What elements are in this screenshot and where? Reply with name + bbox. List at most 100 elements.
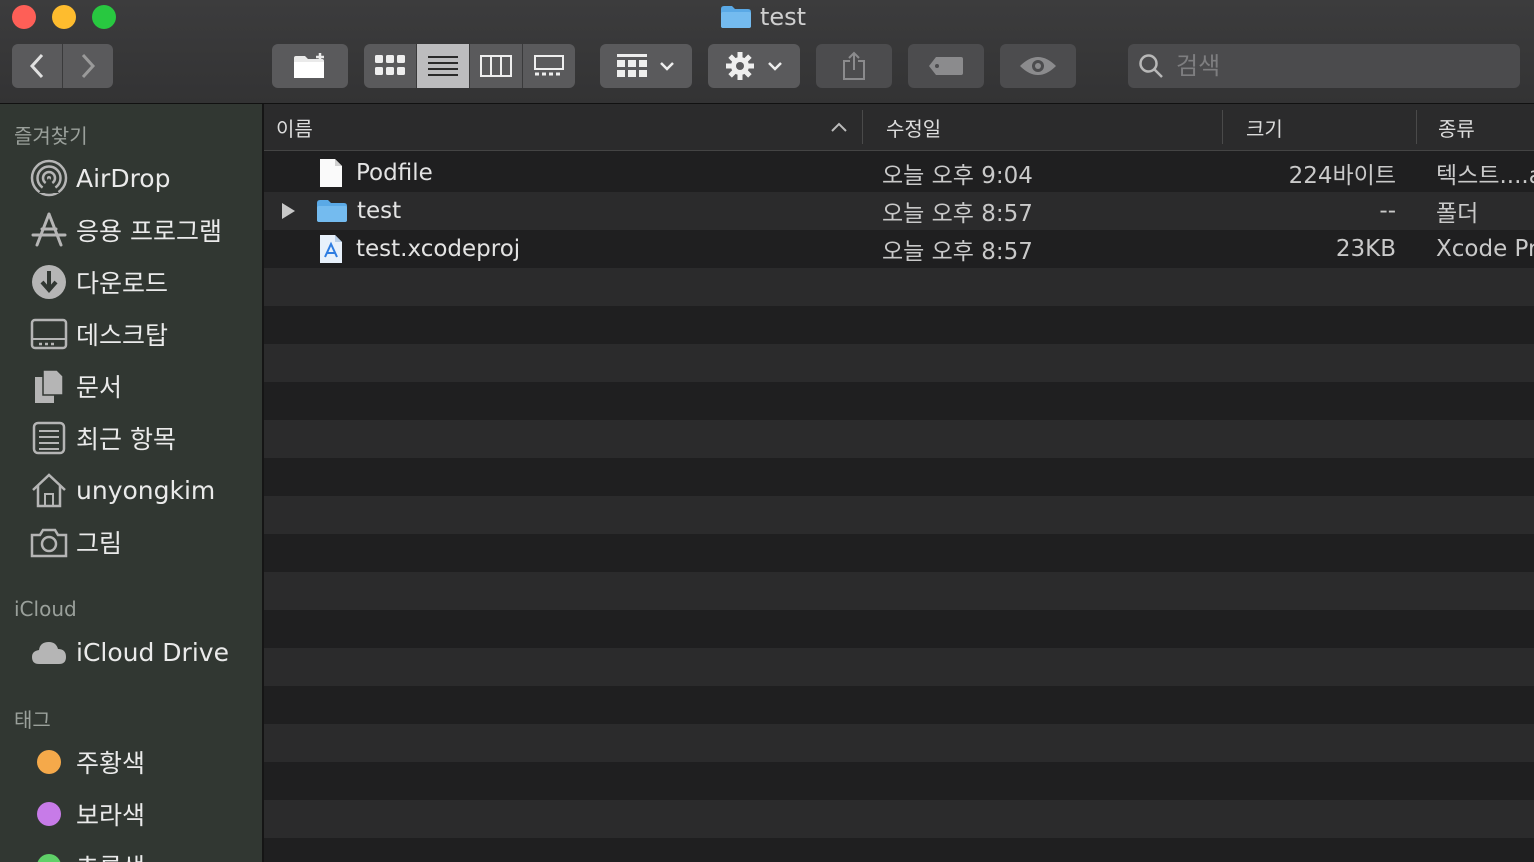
purple-tag-dot-icon [37,802,61,826]
chevron-down-icon [660,62,674,71]
empty-row [264,610,1534,648]
tags-header: 태그 [14,708,51,732]
sidebar-item-downloads[interactable]: 다운로드 [30,260,168,304]
sidebar-item-tag-green[interactable]: 초록색 [30,844,145,862]
sidebar: 즐겨찾기 AirDrop 응용 프로그램 다운로드 데스크탑 문서 최근 항목 … [0,104,264,862]
list-icon [428,56,458,76]
empty-row [264,306,1534,344]
documents-icon [30,367,68,405]
xcodeproj-icon [320,235,342,263]
navigation-buttons [12,44,113,88]
new-folder-icon [294,53,324,78]
column-separator[interactable] [862,110,863,144]
file-name-cell: Podfile [318,154,433,192]
group-by-dropdown[interactable] [600,44,692,88]
file-list: 이름 수정일 크기 종류 Podfile 오늘 오후 9:04 224바이트 텍… [264,104,1534,862]
chevron-down-icon [768,62,782,71]
edit-tags-button[interactable] [908,44,984,88]
empty-row [264,534,1534,572]
folder-icon [317,200,347,222]
share-icon [843,51,865,80]
table-row[interactable]: Podfile 오늘 오후 9:04 224바이트 텍스트....a [264,154,1534,192]
column-header-name[interactable]: 이름 [276,104,856,150]
forward-button[interactable] [63,44,113,88]
sidebar-item-label: unyongkim [76,475,216,505]
sidebar-item-tag-orange[interactable]: 주황색 [30,740,145,784]
share-button[interactable] [816,44,892,88]
sidebar-item-label: AirDrop [76,163,171,193]
file-name: test.xcodeproj [356,236,521,262]
sidebar-item-label: 보라색 [76,801,146,830]
empty-row [264,268,1534,306]
empty-row [264,496,1534,534]
column-size-label: 크기 [1246,116,1283,141]
sidebar-item-label: 그림 [76,529,123,558]
date-modified: 오늘 오후 8:57 [882,239,1033,265]
sidebar-item-desktop[interactable]: 데스크탑 [30,312,168,356]
gallery-view-button[interactable] [523,44,575,88]
eye-icon [1020,57,1056,75]
window-title: test [720,0,806,34]
sidebar-item-label: 응용 프로그램 [76,217,222,246]
zoom-window-button[interactable] [92,5,116,29]
sidebar-item-airdrop[interactable]: AirDrop [30,156,170,200]
applications-icon [30,211,68,249]
file-size: 23KB [1335,236,1396,262]
search-field[interactable] [1128,44,1520,88]
tag-icon [929,57,963,75]
sidebar-item-icloud-drive[interactable]: iCloud Drive [30,630,229,674]
empty-row [264,420,1534,458]
quick-look-button[interactable] [1000,44,1076,88]
sidebar-item-label: 초록색 [76,848,145,862]
grid-icon [375,55,405,75]
empty-row [264,800,1534,838]
window-title-text: test [760,3,807,31]
close-window-button[interactable] [12,5,36,29]
sidebar-item-pictures[interactable]: 그림 [30,520,122,564]
sidebar-item-label: iCloud Drive [76,637,229,667]
disclosure-triangle[interactable] [280,192,296,230]
sidebar-item-label: 문서 [76,373,123,402]
orange-tag-dot-icon [37,750,61,774]
chevron-right-icon [81,53,96,79]
action-menu-dropdown[interactable] [708,44,800,88]
document-icon [320,159,342,187]
icloud-header: iCloud [14,597,77,621]
file-kind: 텍스트....a [1436,163,1534,189]
sidebar-item-home[interactable]: unyongkim [30,468,215,512]
empty-row [264,344,1534,382]
date-modified: 오늘 오후 8:57 [882,201,1033,227]
column-separator[interactable] [1416,110,1417,144]
file-size: 224바이트 [1288,163,1396,189]
empty-row [264,648,1534,686]
icon-view-button[interactable] [364,44,417,88]
sidebar-item-recents[interactable]: 최근 항목 [30,416,176,460]
favorites-header: 즐겨찾기 [14,124,88,148]
new-folder-button[interactable] [272,44,348,88]
search-icon [1139,54,1163,78]
table-row[interactable]: test 오늘 오후 8:57 -- 폴더 [264,192,1534,230]
toolbar: test [0,0,1534,104]
back-button[interactable] [12,44,63,88]
empty-row [264,572,1534,610]
gear-icon [726,52,754,80]
minimize-window-button[interactable] [52,5,76,29]
downloads-icon [30,263,68,301]
file-name-cell: test.xcodeproj [318,230,520,268]
chevron-left-icon [29,53,44,79]
column-separator[interactable] [1222,110,1223,144]
sidebar-item-applications[interactable]: 응용 프로그램 [30,208,222,252]
disclosure-triangle-icon [282,203,295,219]
table-row[interactable]: test.xcodeproj 오늘 오후 8:57 23KB Xcode Pr [264,230,1534,268]
column-header-size[interactable]: 크기 [1246,104,1283,150]
airdrop-icon [30,159,68,197]
column-header-kind[interactable]: 종류 [1438,104,1475,150]
column-header-modified[interactable]: 수정일 [886,104,941,150]
column-view-button[interactable] [470,44,523,88]
file-name-cell: test [316,192,401,230]
search-input[interactable] [1174,51,1508,81]
sidebar-item-tag-purple[interactable]: 보라색 [30,792,145,836]
file-size: -- [1379,198,1396,224]
list-view-button[interactable] [417,44,470,88]
sidebar-item-documents[interactable]: 문서 [30,364,122,408]
